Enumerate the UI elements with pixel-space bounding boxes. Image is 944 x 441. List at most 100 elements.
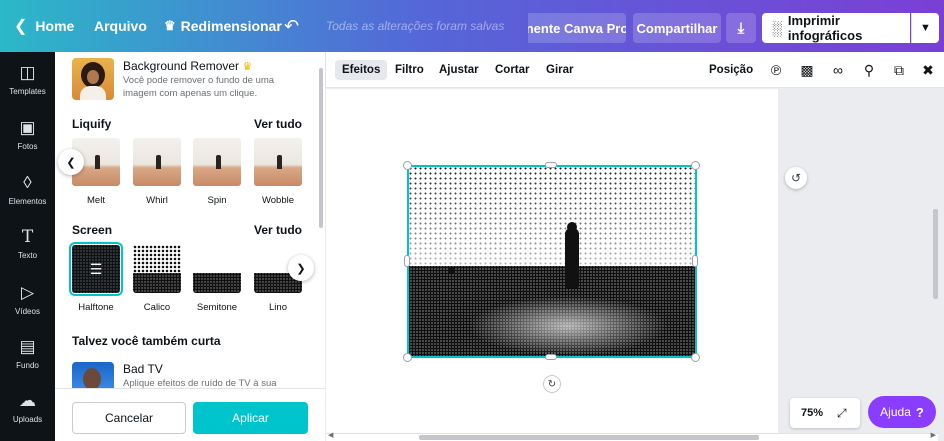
effect-label: Wobble — [261, 195, 295, 206]
screen-title: Screen — [72, 223, 113, 237]
carousel-prev-button[interactable]: ❮ — [58, 149, 84, 175]
rail-item-label: Vídeos — [15, 307, 40, 316]
tab-effects[interactable]: Efeitos — [335, 60, 388, 80]
top-bar: ❮ Home Arquivo ♛ Redimensionar ↶ Todas a… — [0, 0, 944, 52]
home-label: Home — [35, 18, 75, 34]
effects-panel: Background Remover ♛ Você pode remover o… — [55, 52, 325, 441]
chevron-right-icon: ❯ — [296, 262, 306, 275]
background-icon: ▤ — [19, 337, 36, 356]
lock-icon[interactable]: ⚲ — [859, 60, 879, 80]
cloud-upload-icon: ☁ — [19, 391, 36, 410]
sliders-icon: ☰ — [72, 245, 120, 293]
screen-see-all-link[interactable]: Ver tudo — [254, 223, 302, 237]
rail-item-uploads[interactable]: ☁ Uploads — [0, 391, 55, 425]
effect-label: Semitone — [196, 302, 238, 313]
resize-handle-top[interactable] — [545, 162, 557, 168]
scroll-right-icon[interactable]: ▶ — [931, 431, 936, 439]
rail-item-label: Fotos — [17, 142, 38, 151]
bad-tv-title[interactable]: Bad TV — [123, 362, 163, 376]
position-button[interactable]: Posição — [709, 60, 753, 80]
resize-handle-bl[interactable] — [403, 353, 412, 362]
rail-item-photos[interactable]: ▣ Fotos — [0, 119, 55, 152]
background-remover-desc: Você pode remover o fundo de uma imagem … — [123, 75, 275, 99]
panel-scrollbar[interactable] — [319, 68, 323, 228]
resize-handle-bottom[interactable] — [545, 354, 557, 360]
chevron-left-icon: ❮ — [66, 156, 76, 169]
tab-adjust[interactable]: Ajustar — [439, 60, 479, 80]
crown-icon: ♛ — [164, 18, 176, 33]
effect-tile-halftone[interactable]: ☰ Halftone — [69, 242, 123, 313]
effect-tile-whirl[interactable]: Whirl — [133, 138, 181, 206]
undo-icon[interactable]: ↶ — [284, 0, 299, 52]
help-button[interactable]: Ajuda ? — [868, 396, 936, 428]
background-remover-title[interactable]: Background Remover ♛ — [123, 59, 252, 73]
effect-tile-wobble[interactable]: Wobble — [254, 138, 302, 206]
shapes-icon: ◊ — [23, 173, 32, 192]
video-icon: ▷ — [20, 283, 35, 302]
resize-handle-tr[interactable] — [691, 161, 700, 170]
edit-toolbar: Efeitos Filtro Ajustar Cortar Girar Posi… — [325, 52, 944, 88]
try-pro-button[interactable]: nente Canva Pro — [528, 13, 626, 43]
duplicate-icon[interactable]: ⧉ — [889, 60, 909, 80]
effect-label: Whirl — [146, 195, 168, 206]
effect-label: Halftone — [78, 302, 114, 313]
tab-crop[interactable]: Cortar — [495, 60, 530, 80]
resize-handle-br[interactable] — [691, 353, 700, 362]
trash-icon[interactable]: ✖ — [918, 60, 938, 80]
suggestions-title: Talvez você também curta — [72, 334, 221, 348]
effect-tile-calico[interactable]: Calico — [133, 245, 181, 313]
effect-label: Melt — [87, 195, 105, 206]
print-button[interactable]: ░ Imprimir infográficos — [762, 13, 910, 43]
apply-button[interactable]: Aplicar — [193, 402, 308, 434]
rail-item-background[interactable]: ▤ Fundo — [0, 337, 55, 371]
canvas-area: ↻ ↺ — [326, 89, 938, 433]
text-icon: T — [21, 227, 34, 247]
rotate-icon[interactable]: ↻ — [543, 375, 561, 393]
rail-item-label: Fundo — [16, 361, 39, 370]
home-button[interactable]: ❮ Home — [14, 0, 74, 52]
transparency-icon[interactable]: ▩ — [797, 60, 817, 80]
carousel-next-button[interactable]: ❯ — [288, 255, 314, 281]
chevron-down-icon[interactable]: ▼ — [911, 13, 939, 43]
liquify-see-all-link[interactable]: Ver tudo — [254, 117, 302, 131]
resize-handle-left[interactable] — [404, 255, 410, 267]
rail-item-templates[interactable]: ◫ Templates — [0, 63, 55, 97]
expand-icon[interactable]: ⤢ — [837, 406, 847, 421]
zoom-control[interactable]: 75% ⤢ — [790, 398, 860, 428]
scroll-left-icon[interactable]: ◀ — [328, 431, 333, 439]
cancel-button[interactable]: Cancelar — [72, 402, 186, 434]
scrollbar-thumb[interactable] — [419, 435, 759, 440]
design-page[interactable]: ↻ — [326, 89, 778, 433]
rail-item-label: Templates — [9, 87, 46, 96]
effect-label: Lino — [269, 302, 287, 313]
question-icon: ? — [915, 404, 924, 420]
tab-filter[interactable]: Filtro — [395, 60, 424, 80]
download-icon[interactable]: ⤓ — [726, 13, 756, 43]
save-status: Todas as alterações foram salvas — [326, 19, 505, 33]
canvas-vertical-scrollbar[interactable] — [933, 209, 938, 299]
print-label: Imprimir infográficos — [787, 13, 863, 43]
effect-label: Calico — [143, 302, 171, 313]
rail-item-label: Elementos — [8, 197, 47, 206]
rail-item-videos[interactable]: ▷ Vídeos — [0, 283, 55, 317]
link-icon[interactable]: ∞ — [828, 60, 848, 80]
canvas-horizontal-scrollbar[interactable]: ◀ ▶ — [326, 431, 938, 441]
rail-item-text[interactable]: T Texto — [0, 228, 55, 260]
paint-roller-icon[interactable]: ℗ — [766, 60, 786, 80]
resize-handle-tl[interactable] — [403, 161, 412, 170]
crown-icon: ♛ — [242, 61, 253, 73]
rail-item-label: Uploads — [12, 415, 43, 424]
effect-tile-spin[interactable]: Spin — [193, 138, 241, 206]
resize-handle-right[interactable] — [692, 255, 698, 267]
rail-item-elements[interactable]: ◊ Elementos — [0, 173, 55, 207]
background-remover-label: Background Remover — [123, 59, 240, 73]
share-button[interactable]: Compartilhar — [633, 13, 721, 43]
effect-label: Spin — [207, 195, 227, 206]
resize-button[interactable]: ♛ Redimensionar — [164, 0, 282, 52]
effect-tile-semitone[interactable]: Semitone — [193, 245, 241, 313]
tab-rotate[interactable]: Girar — [546, 60, 574, 80]
refresh-icon[interactable]: ↺ — [785, 167, 807, 189]
background-remover-thumbnail[interactable] — [72, 58, 114, 100]
layout-icon: ◫ — [19, 63, 36, 82]
file-menu-button[interactable]: Arquivo — [94, 0, 147, 52]
